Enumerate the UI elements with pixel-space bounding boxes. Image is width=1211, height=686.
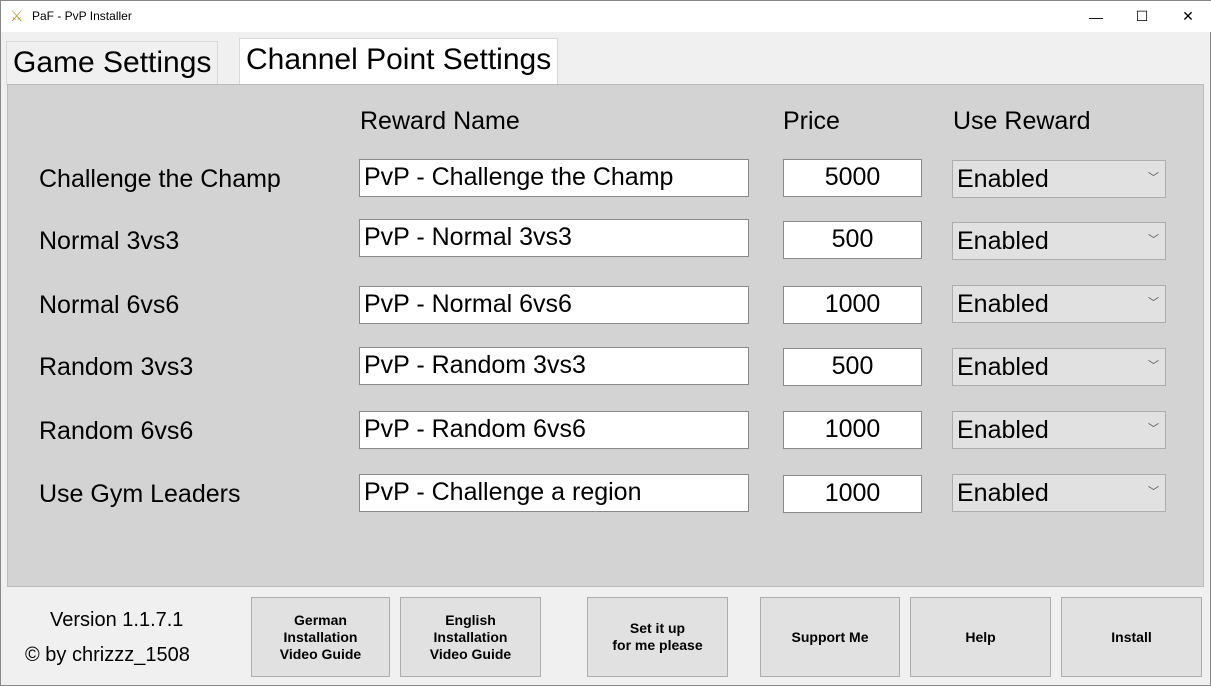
use-reward-select[interactable]: Enabled ﹀ — [952, 348, 1166, 386]
select-value: Enabled — [957, 416, 1049, 444]
use-reward-select[interactable]: Enabled ﹀ — [952, 474, 1166, 512]
version-label: Version 1.1.7.1 — [50, 609, 184, 631]
use-reward-header: Use Reward — [953, 107, 1091, 135]
reward-name-input[interactable]: PvP - Normal 6vs6 — [359, 286, 749, 324]
window-title: PaF - PvP Installer — [32, 9, 132, 23]
crossed-swords-icon: ⚔ — [10, 8, 24, 25]
price-input[interactable]: 500 — [783, 221, 922, 259]
row-label: Challenge the Champ — [39, 165, 281, 193]
row-label: Use Gym Leaders — [39, 480, 241, 508]
price-input[interactable]: 1000 — [783, 286, 922, 324]
row-label: Normal 3vs3 — [39, 227, 180, 255]
use-reward-select[interactable]: Enabled ﹀ — [952, 160, 1166, 198]
german-guide-button[interactable]: German Installation Video Guide — [251, 597, 390, 677]
reward-name-input[interactable]: PvP - Random 6vs6 — [359, 411, 749, 449]
reward-name-header: Reward Name — [360, 107, 520, 135]
reward-name-input[interactable]: PvP - Challenge a region — [359, 474, 749, 512]
chevron-down-icon: ﹀ — [1148, 297, 1159, 309]
select-value: Enabled — [957, 353, 1049, 381]
chevron-down-icon: ﹀ — [1148, 486, 1159, 498]
help-button[interactable]: Help — [910, 597, 1051, 677]
use-reward-select[interactable]: Enabled ﹀ — [952, 285, 1166, 323]
tab-channel-point-settings[interactable]: Channel Point Settings — [239, 38, 559, 84]
setup-for-me-button[interactable]: Set it up for me please — [587, 597, 728, 677]
minimize-button[interactable]: — — [1073, 1, 1119, 32]
select-value: Enabled — [957, 227, 1049, 255]
price-header: Price — [783, 107, 840, 135]
row-label: Normal 6vs6 — [39, 291, 180, 319]
select-value: Enabled — [957, 479, 1049, 507]
tab-game-settings[interactable]: Game Settings — [6, 41, 219, 85]
use-reward-select[interactable]: Enabled ﹀ — [952, 411, 1166, 449]
price-input[interactable]: 1000 — [783, 475, 922, 513]
install-button[interactable]: Install — [1061, 597, 1202, 677]
english-guide-button[interactable]: English Installation Video Guide — [400, 597, 541, 677]
chevron-down-icon: ﹀ — [1148, 234, 1159, 246]
close-button[interactable]: ✕ — [1165, 1, 1211, 32]
select-value: Enabled — [957, 165, 1049, 193]
chevron-down-icon: ﹀ — [1148, 360, 1159, 372]
price-input[interactable]: 5000 — [783, 159, 922, 197]
author-label: © by chrizzz_1508 — [25, 644, 190, 666]
select-value: Enabled — [957, 290, 1049, 318]
price-input[interactable]: 1000 — [783, 411, 922, 449]
chevron-down-icon: ﹀ — [1148, 423, 1159, 435]
support-me-button[interactable]: Support Me — [760, 597, 900, 677]
price-input[interactable]: 500 — [783, 348, 922, 386]
row-label: Random 3vs3 — [39, 353, 194, 381]
reward-name-input[interactable]: PvP - Random 3vs3 — [359, 347, 749, 385]
maximize-button[interactable]: ☐ — [1119, 1, 1165, 32]
title-bar: ⚔ PaF - PvP Installer — ☐ ✕ — [1, 1, 1211, 32]
row-label: Random 6vs6 — [39, 417, 194, 445]
reward-name-input[interactable]: PvP - Normal 3vs3 — [359, 219, 749, 257]
reward-name-input[interactable]: PvP - Challenge the Champ — [359, 159, 749, 197]
chevron-down-icon: ﹀ — [1148, 172, 1159, 184]
use-reward-select[interactable]: Enabled ﹀ — [952, 222, 1166, 260]
